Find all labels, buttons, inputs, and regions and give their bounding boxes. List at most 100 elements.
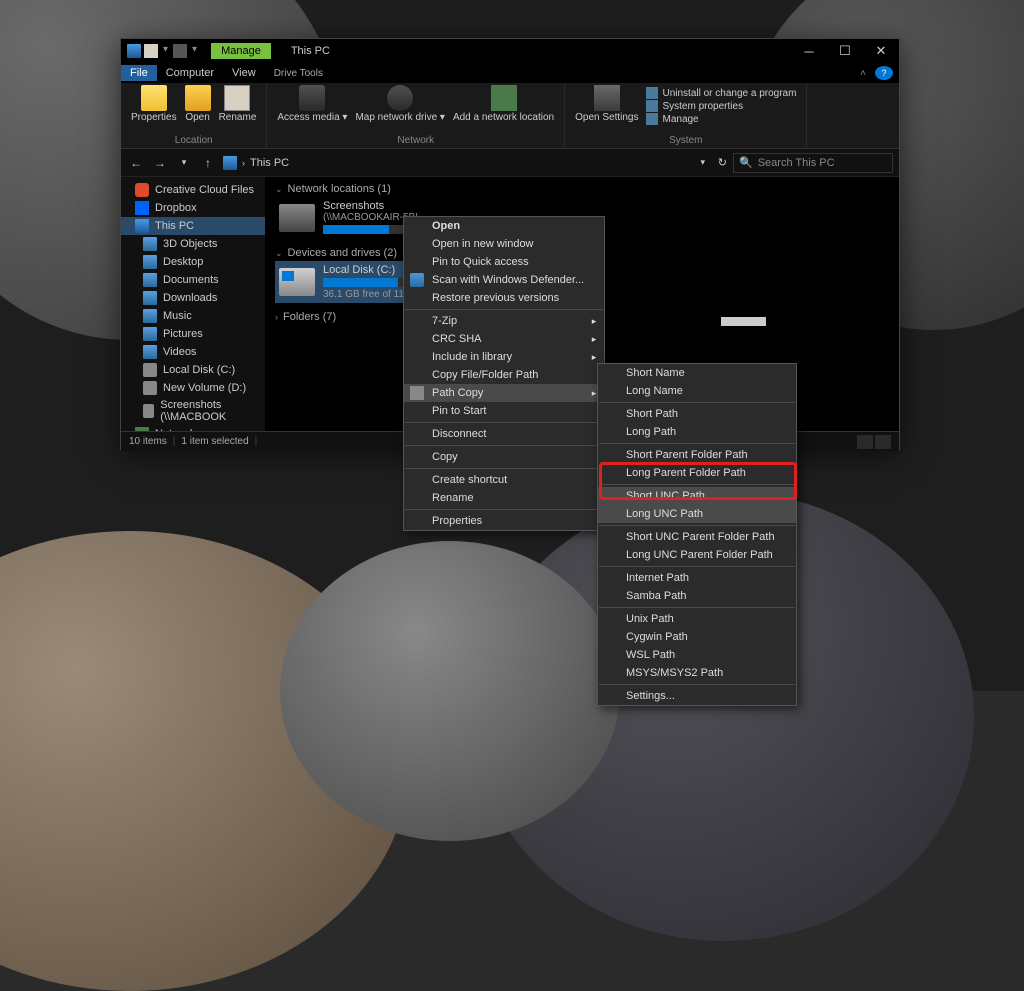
folder-icon bbox=[135, 219, 149, 233]
folder-icon bbox=[143, 381, 157, 395]
rename-button[interactable]: Rename bbox=[215, 85, 261, 123]
file-menu[interactable]: File bbox=[121, 65, 157, 81]
menu-item[interactable]: Cygwin Path bbox=[598, 628, 796, 646]
refresh-button[interactable]: ↻ bbox=[718, 156, 727, 169]
menu-item[interactable]: Settings... bbox=[598, 687, 796, 705]
sidebar-item-label: Dropbox bbox=[155, 202, 197, 214]
menu-item[interactable]: CRC SHA▸ bbox=[404, 330, 604, 348]
network-locations-header[interactable]: ⌄Network locations (1) bbox=[275, 181, 889, 197]
menu-item[interactable]: Rename bbox=[404, 489, 604, 507]
menu-item[interactable]: Samba Path bbox=[598, 587, 796, 605]
maximize-button[interactable]: ☐ bbox=[827, 39, 863, 63]
sidebar-item[interactable]: 3D Objects bbox=[121, 235, 265, 253]
recent-dropdown-icon[interactable]: ▾ bbox=[175, 154, 193, 172]
titlebar[interactable]: ▾ ▾ Manage This PC ─ ☐ ✕ bbox=[121, 39, 899, 63]
menu-item[interactable]: Restore previous versions bbox=[404, 289, 604, 307]
tiles-view-button[interactable] bbox=[875, 435, 891, 449]
menu-item[interactable]: Pin to Start bbox=[404, 402, 604, 420]
menu-item-label: Copy File/Folder Path bbox=[432, 369, 538, 381]
manage-button[interactable]: Manage bbox=[646, 113, 796, 125]
add-network-location-button[interactable]: Add a network location bbox=[449, 85, 558, 123]
manage-tab[interactable]: Manage bbox=[211, 43, 271, 59]
folder-icon bbox=[143, 309, 157, 323]
sidebar-item[interactable]: Dropbox bbox=[121, 199, 265, 217]
address-bar[interactable]: › This PC bbox=[223, 153, 688, 173]
menu-item[interactable]: WSL Path bbox=[598, 646, 796, 664]
sidebar-item-label: 3D Objects bbox=[163, 238, 217, 250]
system-properties-button[interactable]: System properties bbox=[646, 100, 796, 112]
sidebar-item[interactable]: New Volume (D:) bbox=[121, 379, 265, 397]
folder-icon bbox=[143, 255, 157, 269]
sidebar-item-label: Videos bbox=[163, 346, 196, 358]
menu-item[interactable]: Internet Path bbox=[598, 569, 796, 587]
access-media-button[interactable]: Access media ▾ bbox=[273, 85, 351, 123]
sidebar-item[interactable]: Videos bbox=[121, 343, 265, 361]
sidebar-item[interactable]: This PC bbox=[121, 217, 265, 235]
copy-icon bbox=[410, 386, 424, 400]
menu-item-label: Short Path bbox=[626, 408, 678, 420]
computer-tab[interactable]: Computer bbox=[157, 65, 223, 81]
menu-item[interactable]: Disconnect bbox=[404, 425, 604, 443]
sidebar[interactable]: Creative Cloud Files Dropbox This PC 3D Obj… bbox=[121, 177, 265, 431]
menu-item[interactable]: 7-Zip▸ bbox=[404, 312, 604, 330]
address-location: This PC bbox=[250, 157, 289, 169]
ribbon-collapse-icon[interactable]: ˄ bbox=[851, 66, 875, 81]
sidebar-item[interactable]: Screenshots (\\MACBOOK bbox=[121, 397, 265, 425]
menu-item[interactable]: Scan with Windows Defender... bbox=[404, 271, 604, 289]
sidebar-item[interactable]: Desktop bbox=[121, 253, 265, 271]
qat-dropdown-icon[interactable]: ▾ bbox=[163, 44, 168, 58]
menu-item[interactable]: Include in library▸ bbox=[404, 348, 604, 366]
menu-item[interactable]: Open bbox=[404, 217, 604, 235]
sidebar-item-label: Downloads bbox=[163, 292, 217, 304]
menu-item[interactable]: Unix Path bbox=[598, 610, 796, 628]
menu-item[interactable]: Open in new window bbox=[404, 235, 604, 253]
up-button[interactable]: ↑ bbox=[199, 154, 217, 172]
menu-item-label: Pin to Quick access bbox=[432, 256, 529, 268]
menu-item[interactable]: MSYS/MSYS2 Path bbox=[598, 664, 796, 682]
sidebar-item[interactable]: Downloads bbox=[121, 289, 265, 307]
menu-item-label: Settings... bbox=[626, 690, 675, 702]
properties-button[interactable]: Properties bbox=[127, 85, 181, 123]
uninstall-program-button[interactable]: Uninstall or change a program bbox=[646, 87, 796, 99]
drive-tools-tab[interactable]: Drive Tools bbox=[265, 66, 332, 81]
menu-item-label: Cygwin Path bbox=[626, 631, 688, 643]
sidebar-item[interactable]: Pictures bbox=[121, 325, 265, 343]
menu-item[interactable]: Path Copy▸ bbox=[404, 384, 604, 402]
menu-item[interactable]: Long UNC Path bbox=[598, 505, 796, 523]
menu-item[interactable]: Copy bbox=[404, 448, 604, 466]
sidebar-item[interactable]: Documents bbox=[121, 271, 265, 289]
view-tab[interactable]: View bbox=[223, 65, 265, 81]
sidebar-item[interactable]: Local Disk (C:) bbox=[121, 361, 265, 379]
menu-item[interactable]: Long UNC Parent Folder Path bbox=[598, 546, 796, 564]
close-button[interactable]: ✕ bbox=[863, 39, 899, 63]
menu-item[interactable]: Create shortcut bbox=[404, 471, 604, 489]
open-settings-button[interactable]: Open Settings bbox=[571, 85, 642, 127]
menu-item[interactable]: Short UNC Parent Folder Path bbox=[598, 528, 796, 546]
minimize-button[interactable]: ─ bbox=[791, 39, 827, 63]
menu-item[interactable]: Pin to Quick access bbox=[404, 253, 604, 271]
local-disk-icon bbox=[279, 268, 315, 296]
folder-icon bbox=[135, 183, 149, 197]
help-icon[interactable]: ? bbox=[875, 66, 893, 80]
open-button[interactable]: Open bbox=[181, 85, 215, 123]
forward-button[interactable]: → bbox=[151, 154, 169, 172]
details-view-button[interactable] bbox=[857, 435, 873, 449]
map-network-drive-button[interactable]: Map network drive ▾ bbox=[351, 85, 449, 123]
menu-item-label: Long Name bbox=[626, 385, 683, 397]
sidebar-item[interactable]: Creative Cloud Files bbox=[121, 181, 265, 199]
sidebar-item[interactable]: Music bbox=[121, 307, 265, 325]
address-dropdown-icon[interactable]: ▾ bbox=[694, 154, 712, 172]
back-button[interactable]: ← bbox=[127, 154, 145, 172]
menu-item[interactable]: Short Name bbox=[598, 364, 796, 382]
menu-item[interactable]: Short Path bbox=[598, 405, 796, 423]
menu-item[interactable]: Properties bbox=[404, 512, 604, 530]
search-input[interactable]: 🔍 Search This PC bbox=[733, 153, 893, 173]
sidebar-item[interactable]: Network bbox=[121, 425, 265, 431]
sidebar-item-label: Screenshots (\\MACBOOK bbox=[160, 399, 265, 423]
menu-item[interactable]: Long Path bbox=[598, 423, 796, 441]
qat-dropdown-icon[interactable]: ▾ bbox=[192, 44, 197, 58]
menu-item[interactable]: Copy File/Folder Path bbox=[404, 366, 604, 384]
menu-item[interactable]: Long Name bbox=[598, 382, 796, 400]
sidebar-item-label: New Volume (D:) bbox=[163, 382, 246, 394]
sidebar-item-label: Documents bbox=[163, 274, 219, 286]
